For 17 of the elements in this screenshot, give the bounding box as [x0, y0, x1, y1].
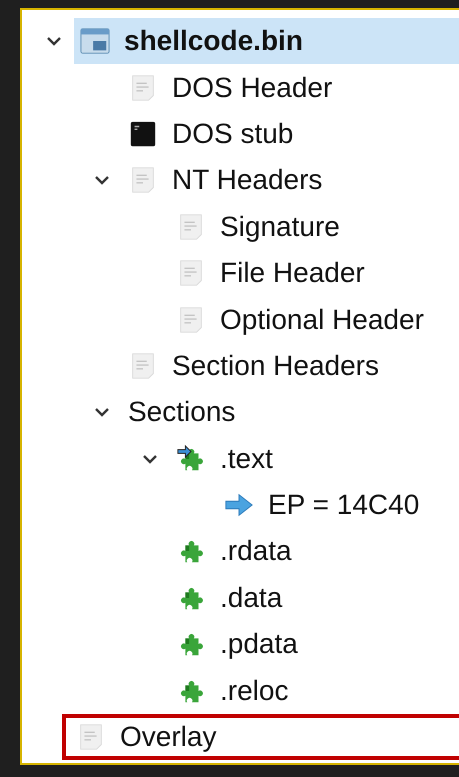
tree-item[interactable]: Overlay [62, 714, 459, 760]
tree-item[interactable]: Section Headers [122, 342, 459, 390]
tree-item[interactable]: .text [170, 436, 459, 482]
tree-item[interactable]: .data [170, 574, 459, 622]
tree-item[interactable]: .pdata [170, 621, 459, 668]
tree-item[interactable]: Sections [122, 389, 459, 436]
tree-item[interactable]: .rdata [170, 528, 459, 575]
tree-item[interactable]: File Header [170, 250, 459, 296]
tree-item[interactable]: EP = 14C40 [218, 482, 459, 528]
tree-item[interactable]: DOS Header [122, 64, 459, 111]
tree-item[interactable]: DOS stub [122, 110, 459, 158]
tree-item[interactable]: Signature [170, 204, 459, 250]
tree-item[interactable]: Optional Header [170, 296, 459, 343]
window-icon [80, 26, 110, 56]
tree-item[interactable]: .reloc [170, 667, 459, 714]
tree-item[interactable]: NT Headers [122, 157, 459, 204]
tree-item[interactable]: shellcode.bin [74, 18, 459, 64]
